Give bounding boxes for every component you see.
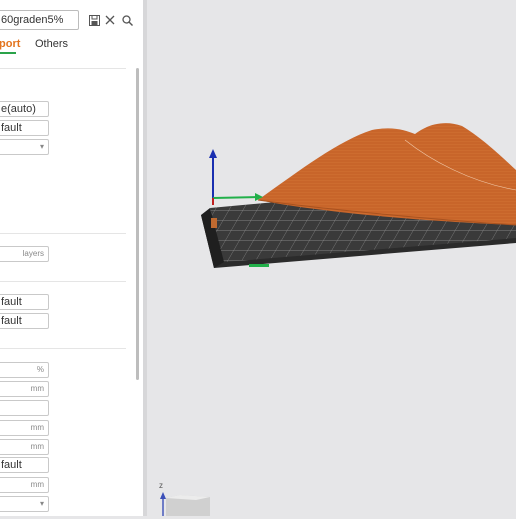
layers-field[interactable]: layers — [0, 246, 49, 262]
view-cube[interactable]: z — [159, 481, 210, 516]
mm-field-2[interactable]: mm — [0, 420, 49, 436]
mm-field-4[interactable]: mm — [0, 477, 49, 493]
dropdown-2[interactable]: ▾ — [0, 496, 49, 512]
section-divider — [0, 348, 126, 349]
field-4[interactable]: fault — [0, 313, 49, 329]
panel-scrollbar[interactable] — [136, 68, 139, 380]
chevron-down-icon: ▾ — [39, 142, 44, 151]
mm-field-1[interactable]: mm — [0, 381, 49, 397]
tab-others[interactable]: Others — [35, 38, 68, 50]
settings-tabs: port Others — [0, 36, 143, 54]
preset-name-input[interactable]: 60graden5% — [0, 10, 79, 30]
chevron-down-icon: ▾ — [39, 499, 44, 508]
tab-support[interactable]: port — [0, 38, 20, 50]
field-1[interactable]: e(auto) — [0, 101, 49, 117]
percent-field[interactable]: % — [0, 362, 49, 378]
search-icon[interactable] — [119, 12, 135, 28]
field-5[interactable]: fault — [0, 457, 49, 473]
axis-z-label: z — [159, 481, 163, 490]
section-divider — [0, 281, 126, 282]
active-tab-indicator — [0, 52, 16, 54]
empty-field[interactable] — [0, 400, 49, 416]
mm-field-3[interactable]: mm — [0, 439, 49, 455]
save-icon[interactable] — [86, 12, 102, 28]
3d-viewport[interactable]: z — [147, 0, 516, 516]
section-divider — [0, 233, 126, 234]
field-3[interactable]: fault — [0, 294, 49, 310]
dropdown-1[interactable]: ▾ — [0, 139, 49, 155]
close-icon[interactable] — [102, 12, 118, 28]
field-2[interactable]: fault — [0, 120, 49, 136]
section-divider — [0, 68, 126, 69]
settings-panel: 60graden5% port Others e(auto) fault ▾ l… — [0, 0, 144, 516]
